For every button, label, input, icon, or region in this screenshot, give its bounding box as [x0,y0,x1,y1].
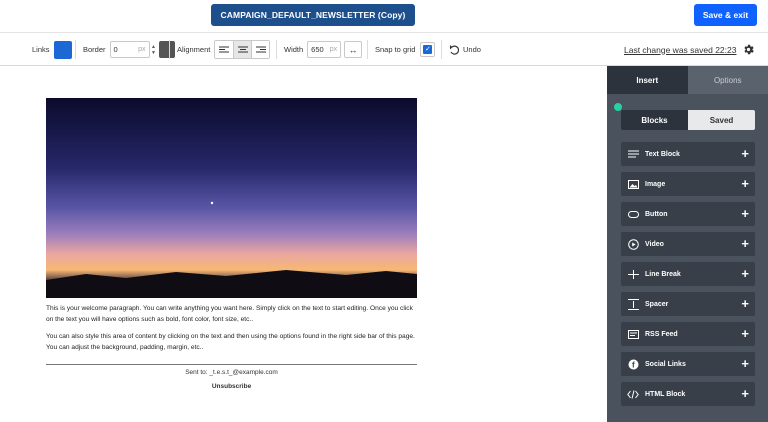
border-control: Border 0 px ▲ ▼ [83,33,175,66]
align-right-icon [255,46,266,52]
align-left-button[interactable] [215,41,234,58]
border-width-input[interactable]: 0 px [109,41,150,58]
plus-icon: + [741,236,749,251]
block-label: Button [645,210,668,218]
block-label: Line Break [645,270,681,278]
segment-saved[interactable]: Saved [688,110,755,130]
spacer-icon [627,298,639,310]
email-editor: CAMPAIGN_DEFAULT_NEWSLETTER (Copy) Save … [0,0,768,422]
email-canvas: This is your welcome paragraph. You can … [0,67,607,422]
save-exit-button[interactable]: Save & exit [694,4,757,26]
toolbar-divider [441,40,442,59]
sunset-hero-image[interactable] [46,98,417,298]
footer-divider [46,364,417,365]
plus-icon: + [741,176,749,191]
tab-insert[interactable]: Insert [607,66,688,94]
button-icon [627,208,639,220]
align-center-icon [237,46,248,52]
plus-icon: + [741,266,749,281]
sunset-image [46,98,417,298]
block-social-links[interactable]: f Social Links + [621,352,755,376]
border-unit: px [138,46,146,53]
last-saved-link[interactable]: Last change was saved 22:23 [624,45,736,55]
tab-options[interactable]: Options [687,66,768,94]
links-color-swatch[interactable] [53,40,72,59]
plus-icon: + [741,356,749,371]
block-image[interactable]: Image + [621,172,755,196]
snap-to-grid-checkbox[interactable]: ✓ [420,42,436,57]
editor-toolbar: Links Border 0 px ▲ ▼ Alignment Width 65… [0,32,768,66]
block-label: Text Block [645,150,680,158]
block-line-break[interactable]: Line Break + [621,262,755,286]
toolbar-divider [367,40,368,59]
toolbar-divider [169,40,170,59]
full-width-button[interactable]: ↔ [344,41,363,58]
align-left-icon [219,46,230,52]
links-control: Links [32,33,72,66]
width-control: Width 650 px ↔ [284,33,363,66]
image-icon [627,178,639,190]
links-label: Links [32,45,50,54]
blocks-saved-toggle: Blocks Saved [621,110,755,130]
border-label: Border [83,45,106,54]
block-button[interactable]: Button + [621,202,755,226]
gear-icon [744,44,754,55]
align-right-button[interactable] [251,41,270,58]
block-label: RSS Feed [645,330,678,338]
width-unit: px [329,46,338,53]
block-video[interactable]: Video + [621,232,755,256]
facebook-icon: f [627,358,639,370]
campaign-title-button[interactable]: CAMPAIGN_DEFAULT_NEWSLETTER (Copy) [211,4,415,26]
plus-icon: + [741,326,749,341]
settings-button[interactable] [742,33,755,66]
text-lines-icon [627,148,639,160]
checkmark-icon: ✓ [423,45,433,54]
snap-label: Snap to grid [375,45,416,54]
toolbar-divider [75,40,76,59]
insert-panel: Insert Options Blocks Saved Text Block +… [607,66,768,422]
plus-icon: + [741,206,749,221]
border-width-value: 0 [113,45,118,54]
block-label: Video [645,240,664,248]
block-text[interactable]: Text Block + [621,142,755,166]
toolbar-divider [276,40,277,59]
undo-icon [450,44,459,55]
undo-button[interactable]: Undo [449,33,481,66]
sent-to-text: Sent to: _t.e.s.t_@example.com [185,369,278,376]
block-spacer[interactable]: Spacer + [621,292,755,316]
block-label: Social Links [645,360,686,368]
plus-icon: + [741,146,749,161]
horizontal-arrows-icon: ↔ [348,44,358,55]
rss-icon [627,328,639,340]
unsubscribe-link[interactable]: Unsubscribe [46,383,417,390]
plus-icon: + [741,296,749,311]
block-html[interactable]: HTML Block + [621,382,755,406]
width-label: Width [284,45,304,54]
border-color-swatch[interactable] [158,41,175,58]
segment-blocks[interactable]: Blocks [621,110,688,130]
width-input[interactable]: 650 px [307,41,342,58]
last-saved-status[interactable]: Last change was saved 22:23 [624,33,736,66]
snap-control: Snap to grid ✓ [375,33,436,66]
block-label: Spacer [645,300,669,308]
block-label: HTML Block [645,390,686,398]
panel-tabs: Insert Options [607,66,768,94]
style-paragraph[interactable]: You can also style this area of content … [46,332,417,353]
code-icon [627,388,639,400]
line-break-icon [627,268,639,280]
welcome-paragraph[interactable]: This is your welcome paragraph. You can … [46,304,417,325]
play-icon [627,238,639,250]
undo-label: Undo [463,45,481,54]
alignment-label: Alignment [177,45,211,54]
align-center-button[interactable] [233,41,252,58]
border-stepper[interactable]: ▲ ▼ [151,41,157,58]
plus-icon: + [741,386,749,401]
block-rss-feed[interactable]: RSS Feed + [621,322,755,346]
top-bar: CAMPAIGN_DEFAULT_NEWSLETTER (Copy) Save … [0,0,768,32]
block-label: Image [645,180,666,188]
alignment-group [214,40,271,59]
alignment-control: Alignment [177,33,271,66]
svg-text:f: f [632,360,635,369]
width-value: 650 [311,45,324,54]
